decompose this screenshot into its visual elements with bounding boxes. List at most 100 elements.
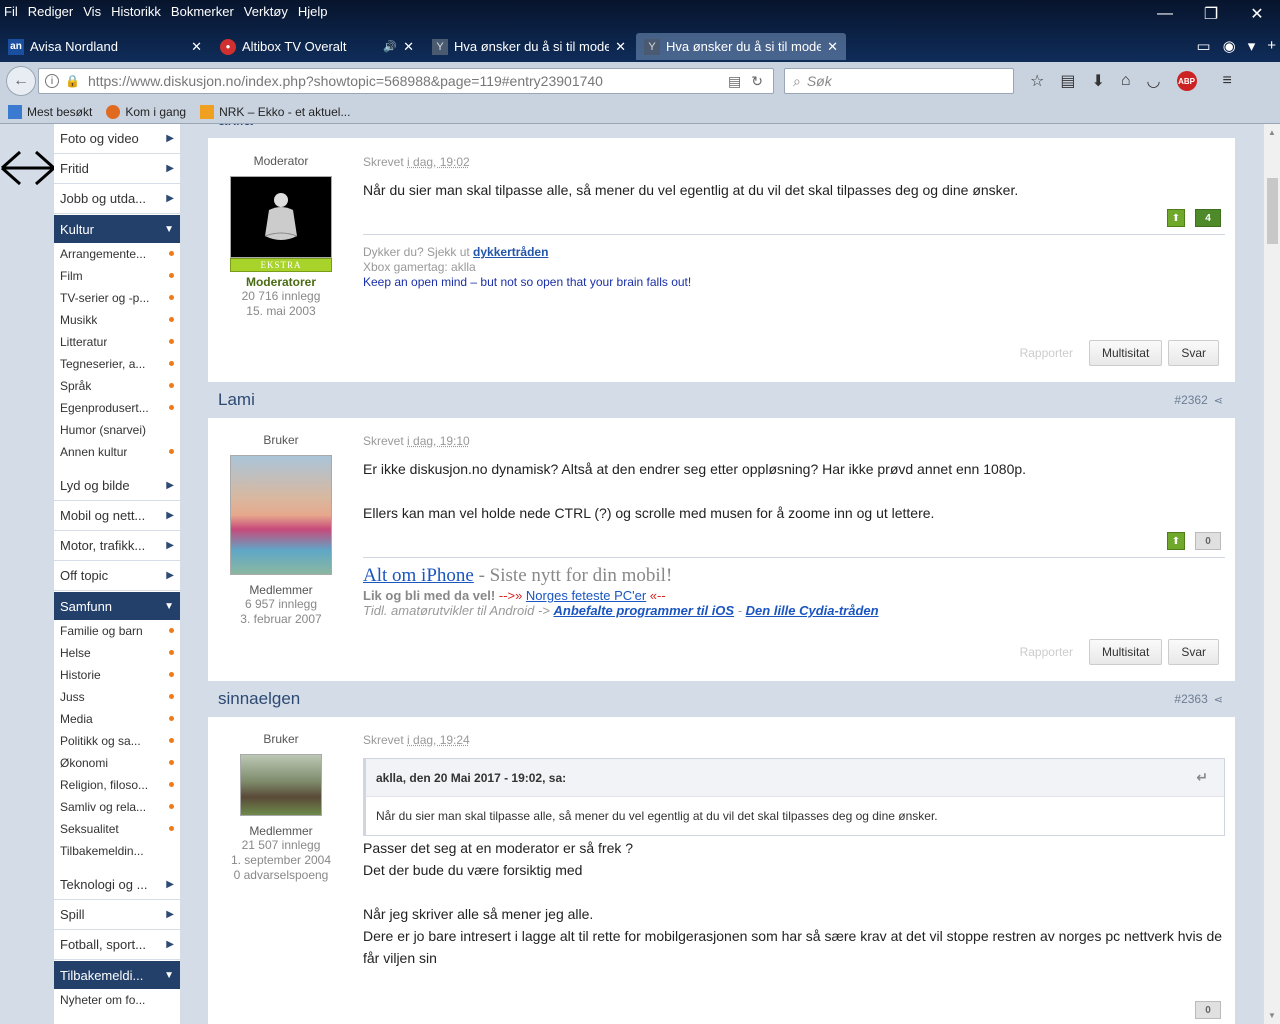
dykkertraden-link[interactable]: dykkertråden bbox=[473, 245, 548, 259]
sidebar-sub-item[interactable]: Tegneserier, a... bbox=[54, 353, 180, 375]
tab-diskusjon-1[interactable]: Y Hva ønsker du å si til moder ✕ bbox=[424, 33, 634, 60]
menu-view[interactable]: Vis bbox=[83, 4, 101, 19]
sidebar-sub-item[interactable]: Egenprodusert... bbox=[54, 397, 180, 419]
sidebar-sub-item[interactable]: Språk bbox=[54, 375, 180, 397]
adblock-icon[interactable]: ABP bbox=[1176, 71, 1197, 91]
tab-altibox[interactable]: ● Altibox TV Overalt 🔊 ✕ bbox=[212, 33, 422, 60]
menu-file[interactable]: Fil bbox=[4, 4, 18, 19]
post-author-name[interactable]: Lami bbox=[218, 390, 255, 410]
post-number[interactable]: #2363 ⋖ bbox=[1174, 692, 1223, 706]
bookmark-nrk-ekko[interactable]: NRK – Ekko - et aktuel... bbox=[200, 104, 350, 119]
sidebar-item-lyd-bilde[interactable]: Lyd og bilde ▶ bbox=[54, 471, 180, 501]
sidebar-item-jobb[interactable]: Jobb og utda... ▶ bbox=[54, 184, 180, 214]
sidebar-sub-item[interactable]: Arrangemente... bbox=[54, 243, 180, 265]
menu-edit[interactable]: Rediger bbox=[28, 4, 74, 19]
reload-icon[interactable]: ↻ bbox=[751, 73, 763, 90]
alt-om-iphone-link[interactable]: Alt om iPhone bbox=[363, 565, 474, 586]
scroll-up-icon[interactable]: ▲ bbox=[1268, 128, 1276, 137]
sidebar-item-foto-video[interactable]: Foto og video ▶ bbox=[54, 124, 180, 154]
reader-view-icon[interactable]: ▤ bbox=[728, 73, 741, 90]
tab-avisa-nordland[interactable]: an Avisa Nordland ✕ bbox=[0, 33, 210, 60]
speaker-icon[interactable]: 🔊 bbox=[383, 40, 397, 53]
sidebar-sub-item[interactable]: Økonomi bbox=[54, 752, 180, 774]
sidebar-item-mobil[interactable]: Mobil og nett... ▶ bbox=[54, 501, 180, 531]
close-window-button[interactable]: ✕ bbox=[1234, 0, 1280, 28]
scroll-down-icon[interactable]: ▼ bbox=[1268, 1011, 1276, 1020]
sidebar-sub-item[interactable]: Historie bbox=[54, 664, 180, 686]
pocket-icon[interactable]: ◡ bbox=[1147, 71, 1161, 91]
menu-tools[interactable]: Verktøy bbox=[244, 4, 288, 19]
sidebar-sub-item[interactable]: Religion, filoso... bbox=[54, 774, 180, 796]
bookmark-kom-i-gang[interactable]: Kom i gang bbox=[106, 104, 186, 119]
reply-button[interactable]: Svar bbox=[1168, 340, 1219, 366]
cydia-traden-link[interactable]: Den lille Cydia-tråden bbox=[746, 603, 879, 618]
tab-list-icon[interactable]: ▾ bbox=[1248, 37, 1256, 55]
sidebar-sub-item[interactable]: Media bbox=[54, 708, 180, 730]
close-tab-icon[interactable]: ✕ bbox=[191, 39, 202, 55]
sidebar-toggle-icon[interactable]: ▭ bbox=[1196, 37, 1210, 55]
url-text[interactable]: https://www.diskusjon.no/index.php?showt… bbox=[88, 73, 728, 89]
author-group[interactable]: Moderatorer bbox=[208, 275, 354, 289]
reply-button[interactable]: Svar bbox=[1168, 639, 1219, 665]
menu-bookmarks[interactable]: Bokmerker bbox=[171, 4, 234, 19]
sidebar-item-teknologi[interactable]: Teknologi og ... ▶ bbox=[54, 870, 180, 900]
tab-diskusjon-active[interactable]: Y Hva ønsker du å si til moder ✕ bbox=[636, 33, 846, 60]
upvote-arrow-icon[interactable]: ⬆ bbox=[1167, 532, 1185, 550]
quote-source-icon[interactable]: ↵ bbox=[1196, 769, 1208, 786]
post-number[interactable]: #2361⋖ bbox=[1174, 124, 1223, 127]
bookmark-mest-besokt[interactable]: Mest besøkt bbox=[8, 104, 92, 119]
anbefalte-programmer-link[interactable]: Anbefalte programmer til iOS bbox=[554, 603, 735, 618]
share-icon[interactable]: ⋖ bbox=[1214, 694, 1223, 706]
close-tab-icon[interactable]: ✕ bbox=[827, 39, 838, 55]
close-tab-icon[interactable]: ✕ bbox=[615, 39, 626, 55]
sidebar-item-spill[interactable]: Spill ▶ bbox=[54, 900, 180, 930]
home-icon[interactable]: ⌂ bbox=[1121, 72, 1131, 90]
multiquote-button[interactable]: Multisitat bbox=[1088, 340, 1163, 366]
report-link[interactable]: Rapporter bbox=[1020, 645, 1073, 659]
new-tab-icon[interactable]: + bbox=[1267, 37, 1276, 55]
minimize-button[interactable]: — bbox=[1142, 0, 1188, 28]
scrollbar-thumb[interactable] bbox=[1267, 178, 1278, 244]
sidebar-sub-item[interactable]: Litteratur bbox=[54, 331, 180, 353]
sidebar-sub-item[interactable]: Musikk bbox=[54, 309, 180, 331]
sidebar-sub-item[interactable]: TV-serier og -p... bbox=[54, 287, 180, 309]
multiquote-button[interactable]: Multisitat bbox=[1088, 639, 1163, 665]
sidebar-section-samfunn[interactable]: Samfunn ▼ bbox=[54, 592, 180, 620]
avatar[interactable] bbox=[230, 176, 332, 258]
sidebar-sub-item[interactable]: Seksualitet bbox=[54, 818, 180, 840]
author-group[interactable]: Medlemmer bbox=[208, 583, 354, 597]
sidebar-sub-item[interactable]: Juss bbox=[54, 686, 180, 708]
bookmark-star-icon[interactable]: ☆ bbox=[1030, 71, 1044, 91]
rss-icon[interactable]: ◉ bbox=[1223, 37, 1236, 55]
report-link[interactable]: Rapporter bbox=[1020, 346, 1073, 360]
norges-feteste-pc-link[interactable]: Norges feteste PC'er bbox=[526, 588, 646, 603]
upvote-arrow-icon[interactable]: ⬆ bbox=[1167, 209, 1185, 227]
search-input[interactable]: ⌕ Søk bbox=[784, 68, 1014, 94]
share-icon[interactable]: ⋖ bbox=[1214, 395, 1223, 407]
sidebar-sub-item[interactable]: Samliv og rela... bbox=[54, 796, 180, 818]
sidebar-sub-item[interactable]: Annen kultur bbox=[54, 441, 180, 463]
sidebar-sub-item[interactable]: Politikk og sa... bbox=[54, 730, 180, 752]
bookmarks-library-icon[interactable]: ▤ bbox=[1060, 71, 1075, 91]
close-tab-icon[interactable]: ✕ bbox=[403, 39, 414, 55]
sidebar-sub-item[interactable]: Film bbox=[54, 265, 180, 287]
sidebar-item-fritid[interactable]: Fritid ▶ bbox=[54, 154, 180, 184]
post-number[interactable]: #2362 ⋖ bbox=[1174, 393, 1223, 407]
post-author-name[interactable]: aklla bbox=[218, 124, 253, 130]
avatar[interactable] bbox=[230, 455, 332, 575]
menu-history[interactable]: Historikk bbox=[111, 4, 161, 19]
share-icon[interactable]: ⋖ bbox=[1214, 124, 1223, 127]
menu-help[interactable]: Hjelp bbox=[298, 4, 328, 19]
page-scrollbar[interactable]: ▲ ▼ bbox=[1263, 124, 1280, 1024]
sidebar-sub-item[interactable]: Tilbakemeldin... bbox=[54, 840, 180, 862]
sidebar-item-off-topic[interactable]: Off topic ▶ bbox=[54, 561, 180, 591]
avatar[interactable] bbox=[240, 754, 322, 816]
back-button[interactable]: ← bbox=[6, 66, 36, 96]
sidebar-section-tilbakemeldinger[interactable]: Tilbakemeldi... ▼ bbox=[54, 961, 180, 989]
author-group[interactable]: Medlemmer bbox=[208, 824, 354, 838]
sidebar-sub-item[interactable]: Nyheter om fo... bbox=[54, 989, 180, 1011]
sidebar-sub-item[interactable]: Familie og barn bbox=[54, 620, 180, 642]
url-bar[interactable]: i 🔒 https://www.diskusjon.no/index.php?s… bbox=[38, 68, 774, 94]
download-icon[interactable]: ⬇ bbox=[1091, 71, 1104, 91]
post-author-name[interactable]: sinnaelgen bbox=[218, 689, 300, 709]
